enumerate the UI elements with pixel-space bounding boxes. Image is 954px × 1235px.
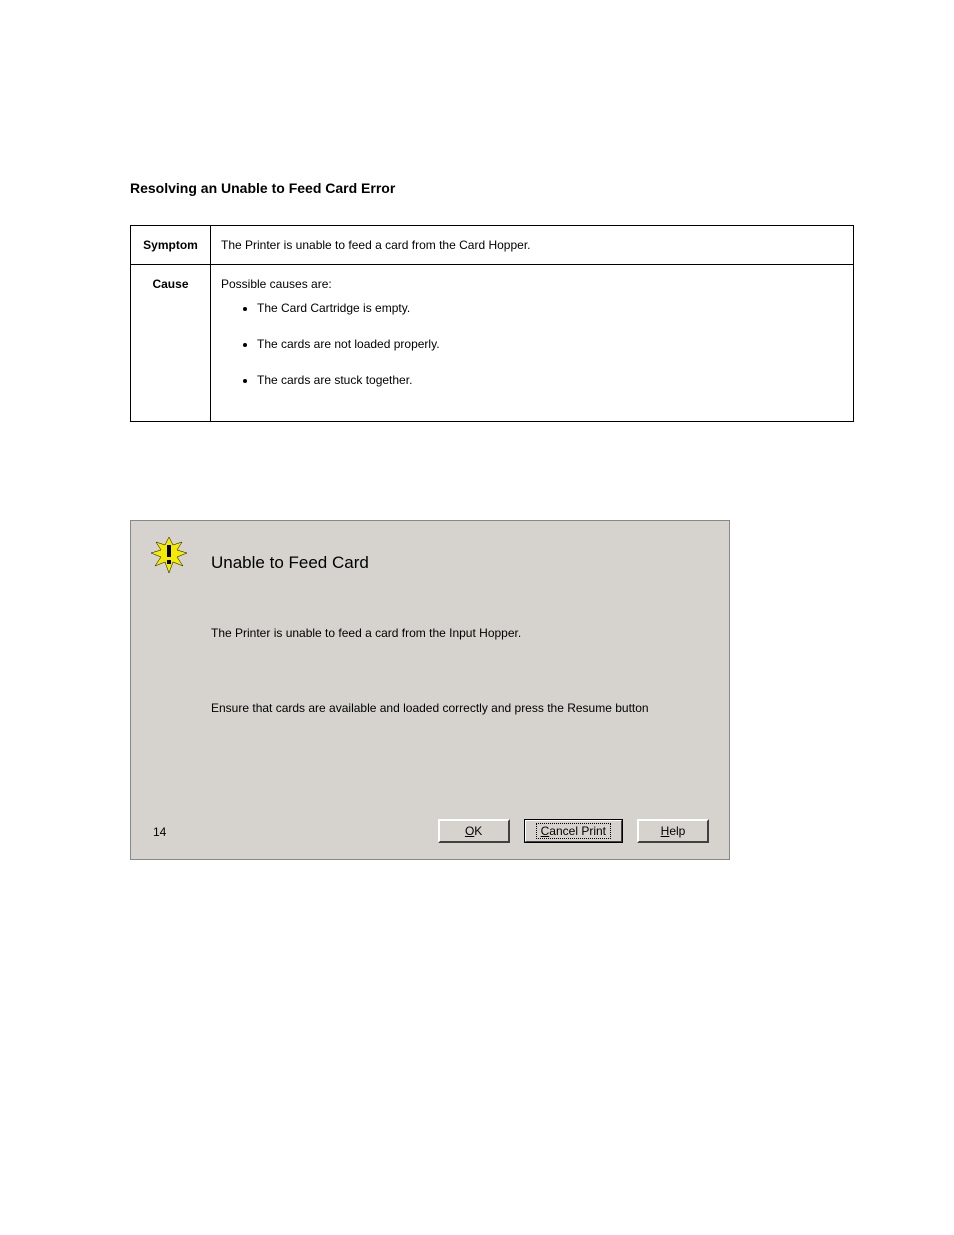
cause-list: The Card Cartridge is empty. The cards a… <box>221 301 843 387</box>
dialog-button-row: OK Cancel Print Help <box>438 819 709 843</box>
table-row-label: Cause <box>131 265 211 422</box>
list-item: The Card Cartridge is empty. <box>257 301 843 315</box>
dialog-message: Ensure that cards are available and load… <box>211 701 649 715</box>
dialog-count: 14 <box>153 825 166 839</box>
symptom-cause-table: Symptom The Printer is unable to feed a … <box>130 225 854 422</box>
warning-flash-icon <box>149 535 189 575</box>
list-item: The cards are stuck together. <box>257 373 843 387</box>
ok-button[interactable]: OK <box>438 819 510 843</box>
table-row-value: The Printer is unable to feed a card fro… <box>210 226 853 265</box>
section-heading: Resolving an Unable to Feed Card Error <box>130 180 395 196</box>
cause-intro: Possible causes are: <box>221 277 843 291</box>
help-button[interactable]: Help <box>637 819 709 843</box>
dialog-title: Unable to Feed Card <box>211 553 369 573</box>
cancel-print-button[interactable]: Cancel Print <box>524 819 623 843</box>
table-row-label: Symptom <box>131 226 211 265</box>
table-row-value: Possible causes are: The Card Cartridge … <box>210 265 853 422</box>
list-item: The cards are not loaded properly. <box>257 337 843 351</box>
dialog-message: The Printer is unable to feed a card fro… <box>211 626 521 640</box>
error-dialog: Unable to Feed Card The Printer is unabl… <box>130 520 730 860</box>
